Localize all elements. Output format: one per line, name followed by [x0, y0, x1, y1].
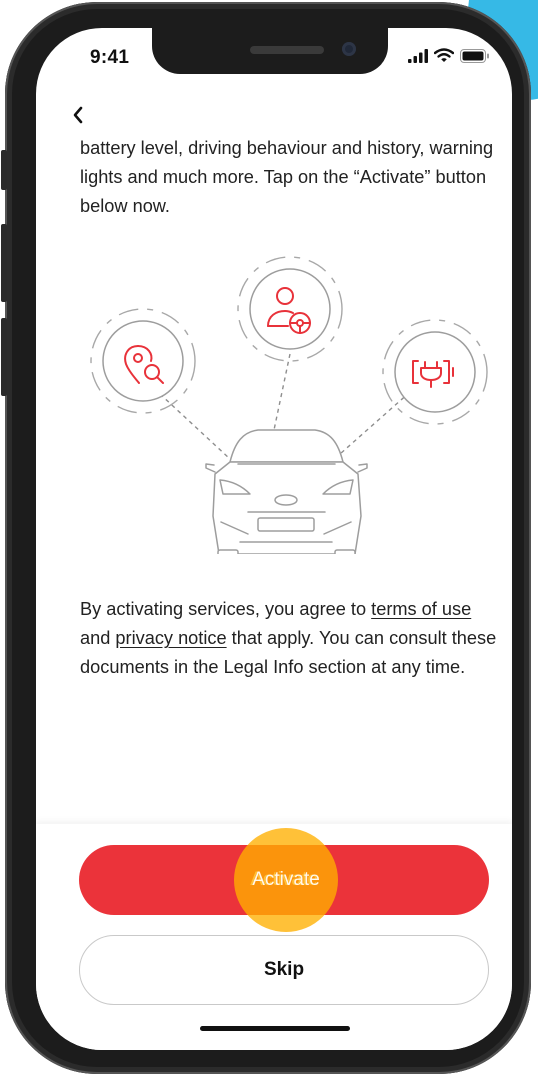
tap-highlight — [234, 828, 338, 932]
action-footer: Activate Activate Skip — [36, 824, 512, 1050]
volume-down-button — [1, 318, 7, 396]
back-button[interactable] — [66, 100, 96, 130]
status-icons — [408, 48, 490, 63]
home-indicator — [200, 1026, 350, 1031]
consent-text: By activating services, you agree to ter… — [80, 595, 500, 682]
volume-up-button — [1, 224, 7, 302]
skip-button[interactable]: Skip — [79, 935, 489, 1005]
app-screenshot: 9:41 battery level, driving behaviour an… — [0, 0, 538, 1078]
phone-screen: 9:41 battery level, driving behaviour an… — [36, 28, 512, 1050]
connected-services-illustration — [90, 256, 488, 554]
wifi-icon — [434, 48, 454, 62]
location-search-badge — [90, 308, 196, 414]
ev-charging-badge — [382, 319, 488, 425]
phone-frame: 9:41 battery level, driving behaviour an… — [1, 2, 531, 1074]
consent-text-between: and — [80, 628, 116, 648]
status-time: 9:41 — [90, 47, 130, 68]
silent-switch — [1, 150, 7, 190]
driver-profile-badge — [237, 256, 343, 362]
front-camera — [342, 42, 356, 56]
cellular-signal-icon — [408, 48, 428, 63]
terms-of-use-link[interactable]: terms of use — [371, 599, 471, 619]
intro-text: battery level, driving behaviour and his… — [80, 138, 494, 216]
privacy-notice-link[interactable]: privacy notice — [115, 628, 226, 648]
earpiece-speaker — [250, 46, 324, 54]
car-front-icon — [205, 429, 368, 554]
notch — [152, 28, 388, 74]
battery-icon — [460, 48, 489, 63]
consent-text-before: By activating services, you agree to — [80, 599, 372, 619]
chevron-left-icon — [73, 106, 83, 124]
